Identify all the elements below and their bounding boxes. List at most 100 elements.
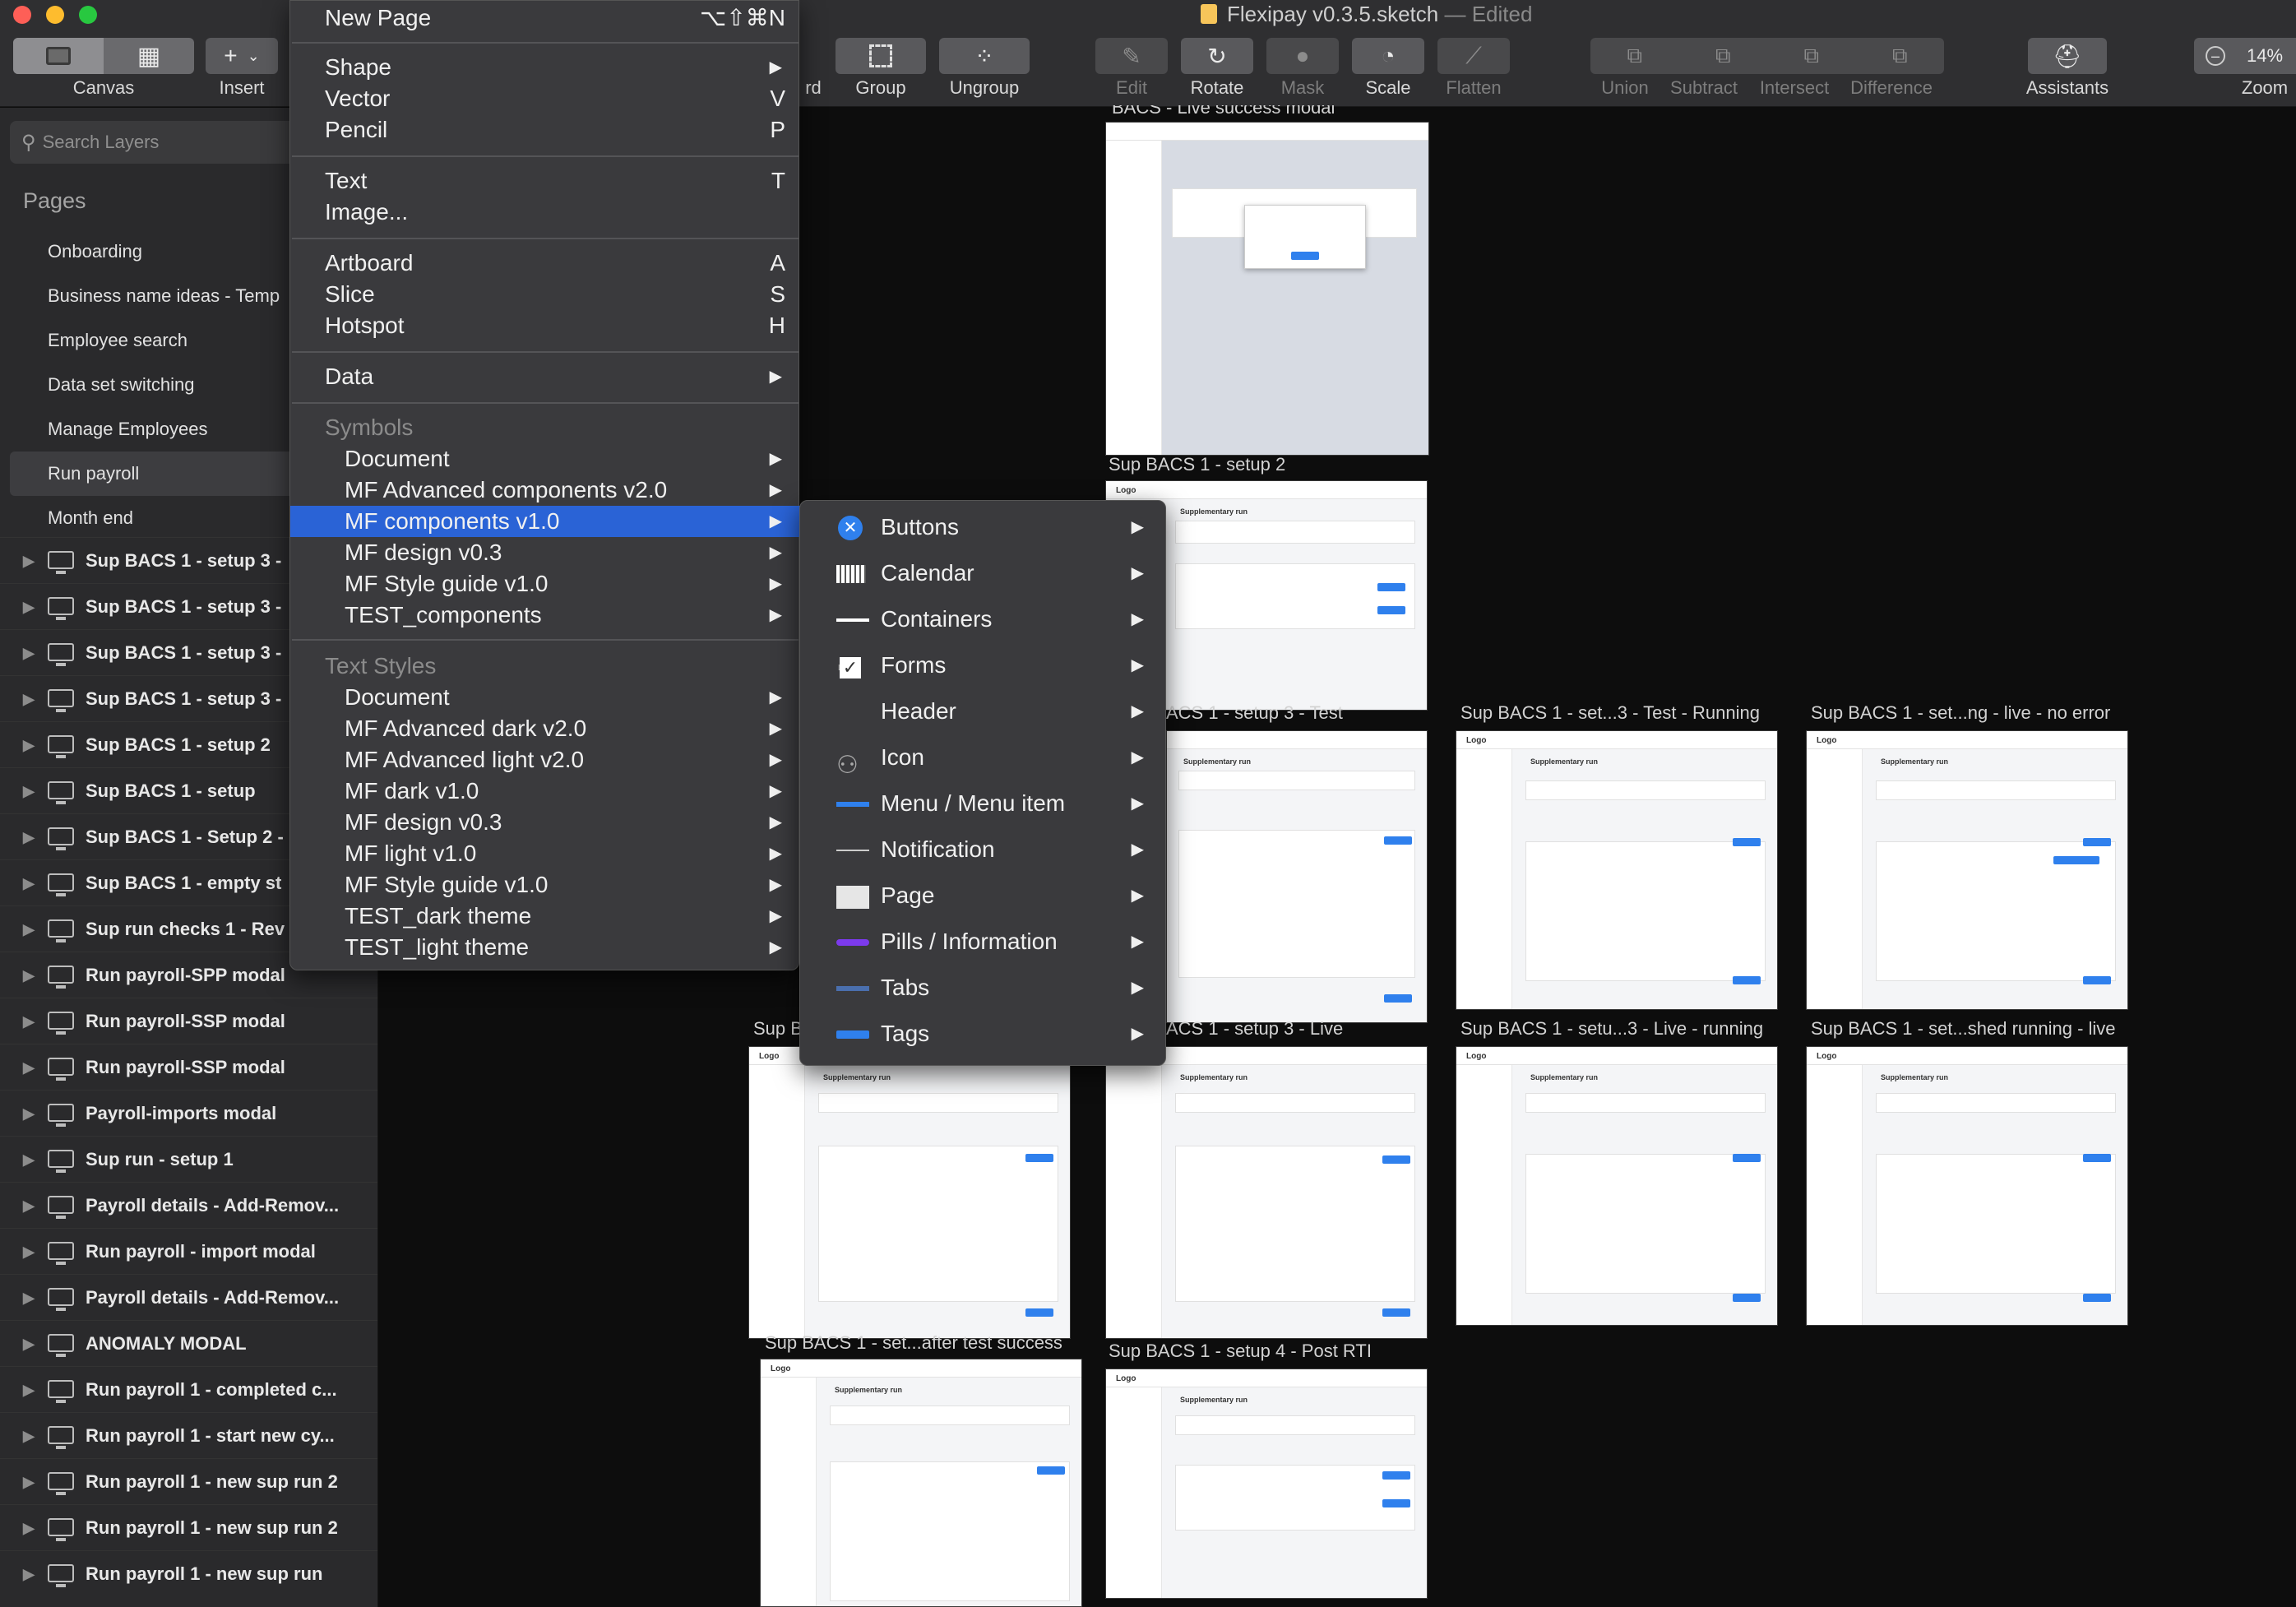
submenu-item-buttons[interactable]: ✕ Buttons ▶ bbox=[800, 504, 1167, 550]
artboard-title[interactable]: Sup BACS 1 - setup 4 - Post RTI bbox=[1109, 1341, 1372, 1362]
layer-item[interactable]: ▶ Run payroll 1 - new sup run 2 bbox=[0, 1504, 377, 1550]
menu-item-text-style[interactable]: MF light v1.0 ▶ bbox=[290, 838, 800, 869]
layer-item[interactable]: ▶ Run payroll-SSP modal bbox=[0, 998, 377, 1044]
disclosure-triangle-icon[interactable]: ▶ bbox=[23, 1321, 35, 1366]
artboard-setup-partial[interactable]: Logo Supplementary run bbox=[748, 1046, 1071, 1339]
layer-item[interactable]: ▶ ANOMALY MODAL bbox=[0, 1320, 377, 1366]
layer-item[interactable]: ▶ Payroll-imports modal bbox=[0, 1090, 377, 1136]
disclosure-triangle-icon[interactable]: ▶ bbox=[23, 814, 35, 859]
disclosure-triangle-icon[interactable]: ▶ bbox=[23, 1183, 35, 1228]
flatten-button[interactable]: ⟋ bbox=[1437, 38, 1510, 74]
ungroup-button[interactable]: ⁘ bbox=[939, 38, 1030, 74]
menu-item-text[interactable]: Text T bbox=[290, 165, 800, 197]
artboard-test-running[interactable]: Logo Supplementary run bbox=[1456, 730, 1778, 1010]
disclosure-triangle-icon[interactable]: ▶ bbox=[23, 538, 35, 583]
artboard-title[interactable]: ACS 1 - setup 3 - Live bbox=[1166, 1018, 1343, 1040]
artboard-title[interactable]: Sup BACS 1 - setu...3 - Live - running bbox=[1460, 1018, 1763, 1040]
submenu-item-forms[interactable]: Label✓Forms▶ bbox=[800, 642, 1167, 688]
menu-item-hotspot[interactable]: Hotspot H bbox=[290, 310, 800, 341]
intersect-icon[interactable]: ⧉ bbox=[1803, 43, 1819, 69]
minimize-window-button[interactable] bbox=[46, 6, 64, 24]
disclosure-triangle-icon[interactable]: ▶ bbox=[23, 722, 35, 767]
submenu-item-tags[interactable]: Tags ▶ bbox=[800, 1011, 1167, 1057]
grid-icon[interactable]: ▦ bbox=[104, 38, 194, 74]
menu-item-symbol[interactable]: Document ▶ bbox=[290, 443, 800, 475]
mask-button[interactable]: ● bbox=[1266, 38, 1339, 74]
layer-item[interactable]: ▶ Run payroll 1 - new sup run bbox=[0, 1550, 377, 1596]
submenu-item-tabs[interactable]: Tabs ▶ bbox=[800, 965, 1167, 1011]
menu-item-pencil[interactable]: Pencil P bbox=[290, 114, 800, 146]
menu-item-text-style[interactable]: MF Advanced dark v2.0 ▶ bbox=[290, 713, 800, 744]
difference-icon[interactable]: ⧉ bbox=[1892, 43, 1908, 69]
layer-item[interactable]: ▶ Run payroll - import modal bbox=[0, 1228, 377, 1274]
menu-item-text-style[interactable]: Document ▶ bbox=[290, 682, 800, 713]
menu-item-symbol[interactable]: TEST_components ▶ bbox=[290, 600, 800, 631]
assistants-button[interactable]: ⛑ bbox=[2028, 38, 2107, 74]
artboard-setup-3-test[interactable]: Supplementary run bbox=[1166, 730, 1428, 1023]
scale-button[interactable]: ◔ bbox=[1352, 38, 1424, 74]
layer-item[interactable]: ▶ Run payroll 1 - new sup run 2 bbox=[0, 1458, 377, 1504]
menu-item-text-style[interactable]: MF Style guide v1.0 ▶ bbox=[290, 869, 800, 901]
artboard-title[interactable]: ACS 1 - setup 3 - Test bbox=[1166, 702, 1343, 724]
menu-item-image[interactable]: Image... bbox=[290, 197, 800, 228]
menu-item-text-style[interactable]: MF Advanced light v2.0 ▶ bbox=[290, 744, 800, 776]
disclosure-triangle-icon[interactable]: ▶ bbox=[23, 1367, 35, 1412]
group-button[interactable] bbox=[836, 38, 926, 74]
menu-item-symbol[interactable]: MF Advanced components v2.0 ▶ bbox=[290, 475, 800, 506]
disclosure-triangle-icon[interactable]: ▶ bbox=[23, 768, 35, 813]
artboard-live-running[interactable]: Logo Supplementary run bbox=[1456, 1046, 1778, 1326]
artboard-live-no-error[interactable]: Logo Supplementary run bbox=[1806, 730, 2128, 1010]
layer-item[interactable]: ▶ Sup run - setup 1 bbox=[0, 1136, 377, 1182]
artboard-setup-3-live[interactable]: Supplementary run bbox=[1105, 1046, 1428, 1339]
canvas-view-toggle[interactable]: ▦ bbox=[13, 38, 194, 74]
artboard-title[interactable]: Sup BACS 1 - setup 2 bbox=[1109, 454, 1285, 475]
artboard-live-success-modal[interactable] bbox=[1105, 122, 1429, 456]
menu-item-symbol[interactable]: MF components v1.0 ▶ bbox=[290, 506, 800, 537]
disclosure-triangle-icon[interactable]: ▶ bbox=[23, 906, 35, 952]
menu-item-text-style[interactable]: TEST_light theme ▶ bbox=[290, 932, 800, 963]
artboard-title[interactable]: Sup BACS 1 - set...after test success bbox=[765, 1332, 1062, 1354]
menu-item-symbol[interactable]: MF design v0.3 ▶ bbox=[290, 537, 800, 568]
disclosure-triangle-icon[interactable]: ▶ bbox=[23, 1044, 35, 1090]
disclosure-triangle-icon[interactable]: ▶ bbox=[23, 1413, 35, 1458]
menu-item-new-page[interactable]: New Page ⌥⇧⌘N bbox=[290, 2, 800, 34]
disclosure-triangle-icon[interactable]: ▶ bbox=[23, 1091, 35, 1136]
artboard-title[interactable]: Sup BACS 1 - set...3 - Test - Running bbox=[1460, 702, 1760, 724]
artboard-after-test-success[interactable]: Logo Supplementary run bbox=[760, 1359, 1082, 1607]
canvas-icon[interactable] bbox=[13, 38, 104, 74]
disclosure-triangle-icon[interactable]: ▶ bbox=[23, 1229, 35, 1274]
close-window-button[interactable] bbox=[13, 6, 31, 24]
disclosure-triangle-icon[interactable]: ▶ bbox=[23, 1459, 35, 1504]
submenu-item-notification[interactable]: Notification ▶ bbox=[800, 827, 1167, 873]
subtract-icon[interactable]: ⧉ bbox=[1715, 43, 1731, 69]
menu-item-text-style[interactable]: MF design v0.3 ▶ bbox=[290, 807, 800, 838]
insert-button[interactable]: + ⌄ bbox=[206, 38, 278, 74]
menu-item-vector[interactable]: Vector V bbox=[290, 83, 800, 114]
zoom-window-button[interactable] bbox=[79, 6, 97, 24]
disclosure-triangle-icon[interactable]: ▶ bbox=[23, 1551, 35, 1596]
edit-button[interactable]: ✎ bbox=[1095, 38, 1168, 74]
artboard-setup-4-post-rti[interactable]: Logo Supplementary run bbox=[1105, 1368, 1428, 1599]
menu-item-slice[interactable]: Slice S bbox=[290, 279, 800, 310]
layer-item[interactable]: ▶ Run payroll 1 - completed c... bbox=[0, 1366, 377, 1412]
submenu-item-containers[interactable]: Containers ▶ bbox=[800, 596, 1167, 642]
submenu-item-header[interactable]: Header ▶ bbox=[800, 688, 1167, 734]
menu-item-symbol[interactable]: MF Style guide v1.0 ▶ bbox=[290, 568, 800, 600]
submenu-item-calendar[interactable]: Calendar ▶ bbox=[800, 550, 1167, 596]
disclosure-triangle-icon[interactable]: ▶ bbox=[23, 630, 35, 675]
disclosure-triangle-icon[interactable]: ▶ bbox=[23, 1137, 35, 1182]
disclosure-triangle-icon[interactable]: ▶ bbox=[23, 1275, 35, 1320]
menu-item-text-style[interactable]: MF dark v1.0 ▶ bbox=[290, 776, 800, 807]
artboard-title[interactable]: Sup B bbox=[753, 1018, 803, 1040]
menu-item-artboard[interactable]: Artboard A bbox=[290, 248, 800, 279]
union-icon[interactable]: ⧉ bbox=[1627, 43, 1642, 69]
layer-item[interactable]: ▶ Run payroll 1 - start new cy... bbox=[0, 1412, 377, 1458]
menu-item-shape[interactable]: Shape ▶ bbox=[290, 52, 800, 83]
submenu-item-menu-menu-item[interactable]: Menu / Menu item ▶ bbox=[800, 780, 1167, 827]
menu-item-data[interactable]: Data ▶ bbox=[290, 361, 800, 392]
artboard-title[interactable]: Sup BACS 1 - set...ng - live - no error bbox=[1811, 702, 2110, 724]
menu-item-text-style[interactable]: TEST_dark theme ▶ bbox=[290, 901, 800, 932]
rotate-button[interactable]: ↻ bbox=[1181, 38, 1253, 74]
disclosure-triangle-icon[interactable]: ▶ bbox=[23, 860, 35, 905]
disclosure-triangle-icon[interactable]: ▶ bbox=[23, 998, 35, 1044]
